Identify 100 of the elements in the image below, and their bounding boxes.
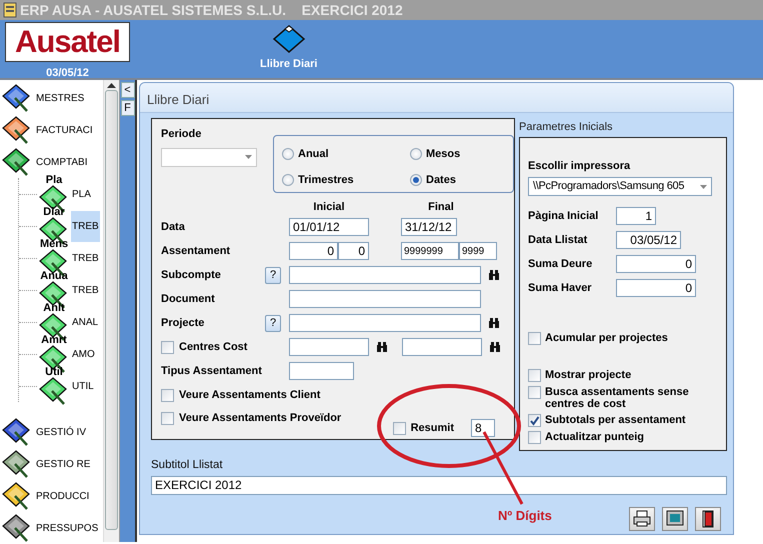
window-title: ERP AUSA - AUSATEL SISTEMES S.L.U. EXERCICI 2012 [20, 0, 403, 20]
column-header: Final [427, 200, 455, 215]
printer-dropdown[interactable]: \\PcProgramadors\Samsung 605 [528, 177, 712, 196]
checkbox[interactable] [528, 431, 541, 444]
input-field[interactable]: 03/05/12 [616, 231, 681, 249]
sidebar-item[interactable]: TREB [71, 210, 100, 242]
help-button[interactable]: ? [265, 314, 281, 332]
field-label: Projecte [161, 316, 204, 331]
radio-label: Mesos [426, 146, 460, 162]
checkbox[interactable] [161, 388, 174, 402]
form-title: Llibre Diari [140, 83, 733, 113]
field-label: Tipus Assentament [161, 364, 262, 379]
icon-label: Util [45, 367, 63, 377]
input-field[interactable]: 8 [471, 419, 495, 437]
icon-label: Amrt [41, 335, 67, 345]
input-field[interactable]: 31/12/12 [401, 218, 457, 236]
field-label: Veure Assentaments Client [179, 388, 320, 403]
sidebar-item[interactable]: TREB [71, 242, 100, 274]
up-arrow-icon [107, 83, 116, 88]
checkbox[interactable] [528, 414, 541, 427]
field-label: Subtitol Llistat [151, 458, 223, 472]
sidebar-item[interactable]: PLA [71, 178, 92, 210]
icon-label: Anlt [43, 303, 65, 313]
sidebar-item[interactable]: ANAL [71, 306, 100, 338]
preview-button[interactable] [662, 506, 688, 531]
annotation-label: Nº Dígits [498, 507, 552, 525]
sidebar-item[interactable]: FACTURACI [0, 114, 103, 146]
binoculars-icon [376, 342, 388, 352]
field-label: Data [161, 220, 185, 235]
help-button[interactable]: ? [265, 266, 281, 284]
field-label: Veure Assentaments Proveïdor [179, 411, 342, 426]
input-field[interactable]: 9999 [459, 242, 497, 260]
checkbox[interactable] [392, 422, 406, 434]
scroll-thumb[interactable] [105, 90, 118, 530]
checkbox-label: Actualitzar punteig [545, 431, 644, 443]
checkmark-icon [529, 415, 540, 426]
input-field[interactable] [289, 290, 481, 308]
radio-button[interactable] [410, 174, 422, 186]
sidebar-item[interactable]: TREB [71, 274, 100, 306]
field-label: Centres Cost [179, 340, 248, 355]
input-field[interactable]: 9999999 [401, 242, 459, 260]
checkbox[interactable] [161, 340, 174, 354]
scrollbar[interactable] [103, 80, 119, 542]
side-tab[interactable]: < [120, 82, 134, 98]
field-label: Resumit [410, 420, 454, 436]
input-field[interactable] [289, 266, 481, 284]
field-label: Suma Deure [528, 256, 594, 272]
icon-label: Pla [46, 175, 62, 185]
input-field[interactable]: EXERCICI 2012 [151, 476, 727, 495]
diamond-icon [272, 24, 306, 54]
print-button[interactable] [629, 506, 655, 531]
sidebar-item[interactable]: PRESSUPOS [0, 512, 103, 542]
radio-button[interactable] [410, 148, 422, 160]
checkbox[interactable] [528, 369, 541, 382]
input-field[interactable]: 0 [616, 255, 696, 273]
column-header: Inicial [312, 200, 346, 215]
book-icon [39, 377, 69, 405]
binoculars-icon [489, 342, 501, 352]
field-label: Document [161, 292, 215, 307]
checkbox-label: Subtotals per assentament [545, 414, 686, 426]
checkbox-label: Busca assentaments sense centres de cost [545, 386, 690, 410]
field-label: Data Llistat [528, 232, 588, 248]
checkbox[interactable] [528, 332, 541, 345]
input-field[interactable] [289, 314, 481, 332]
sidebar-item[interactable]: MESTRES [0, 82, 103, 114]
panel-title: Parametres Inicials [519, 120, 614, 135]
side-tab[interactable]: F [120, 100, 134, 116]
radio-label: Trimestres [298, 172, 354, 188]
field-label: Escollir impressora [528, 158, 632, 174]
radio-label: Anual [298, 146, 329, 162]
input-field[interactable]: 1 [616, 207, 656, 225]
input-field[interactable] [289, 362, 354, 380]
input-field[interactable] [402, 338, 482, 356]
field-label: Pàgina Inicial [528, 208, 600, 224]
input-field[interactable] [289, 338, 369, 356]
input-field[interactable]: 0 [616, 279, 696, 297]
binoculars-icon [488, 270, 500, 280]
caret-icon [245, 155, 252, 159]
radio-button[interactable] [282, 148, 294, 160]
sidebar-item[interactable]: PRODUCCI [0, 480, 103, 512]
sidebar-item[interactable]: GESTIÓ IV [0, 416, 103, 448]
checkbox[interactable] [161, 412, 174, 425]
checkbox[interactable] [528, 386, 541, 399]
sidebar-item[interactable]: GESTIO RE [0, 448, 103, 480]
period-dropdown[interactable] [161, 148, 257, 166]
checkbox-label: Mostrar projecte [545, 369, 632, 381]
sidebar-item[interactable]: UTIL [71, 370, 95, 402]
field-label: Subcompte [161, 268, 221, 283]
printer-icon [632, 508, 652, 529]
sidebar-item[interactable]: AMO [71, 338, 96, 370]
binoculars-icon [488, 318, 500, 328]
input-field[interactable]: 0 [338, 242, 369, 260]
icon-label: Anua [40, 271, 68, 281]
app-icon [3, 2, 17, 18]
radio-button[interactable] [282, 174, 294, 186]
exit-button[interactable] [695, 506, 721, 531]
input-field[interactable]: 01/01/12 [289, 218, 369, 236]
field-label: Suma Haver [528, 280, 593, 296]
icon-label: Mens [40, 239, 68, 249]
input-field[interactable]: 0 [289, 242, 338, 260]
